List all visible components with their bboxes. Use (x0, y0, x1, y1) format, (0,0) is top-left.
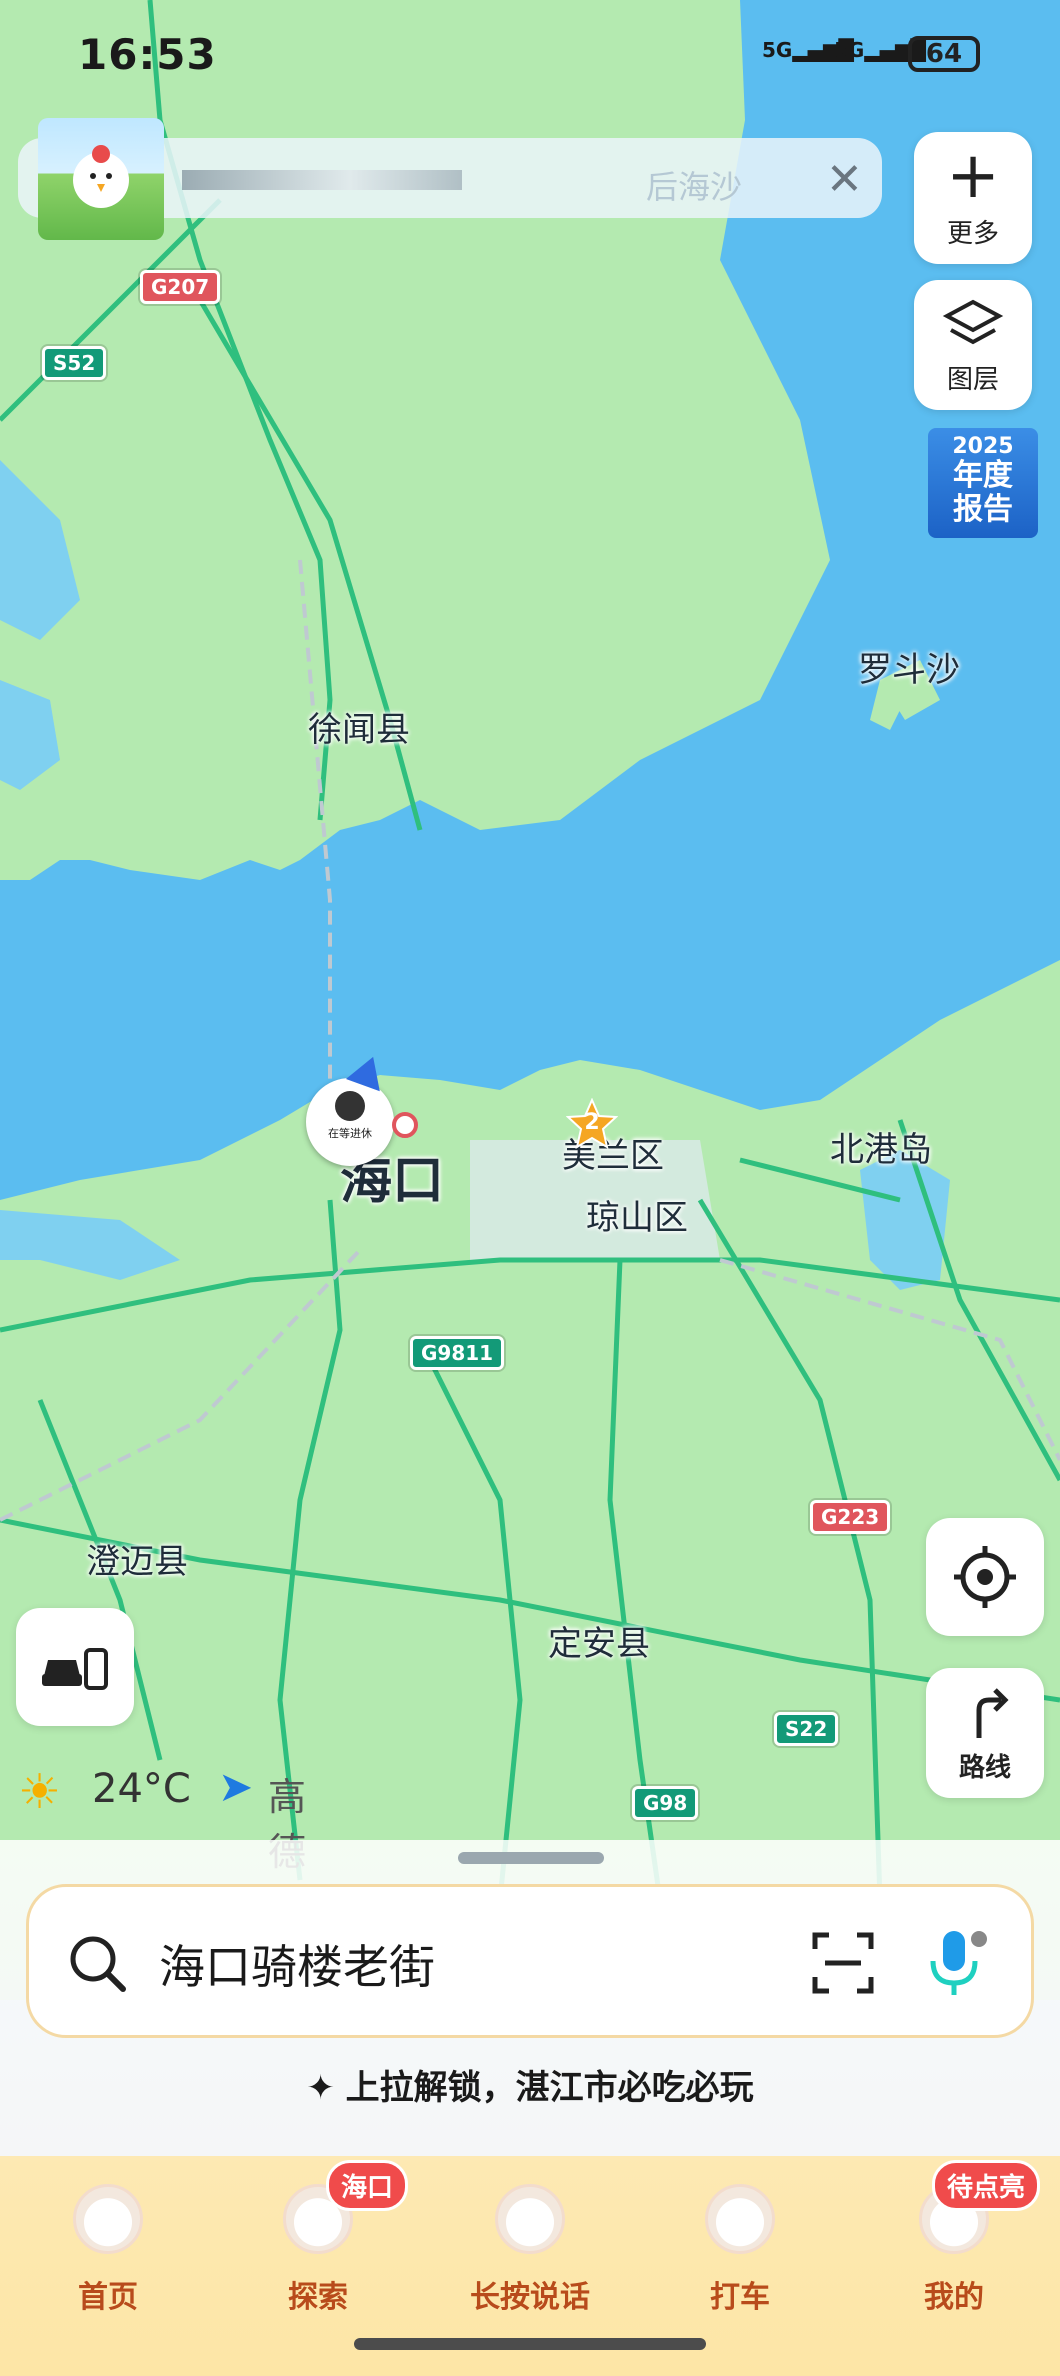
avatar-caption: 在等进休 (328, 1127, 372, 1140)
road-shield-g9811: G9811 (410, 1336, 505, 1370)
favorite-star-marker[interactable]: 2 (565, 1097, 619, 1150)
promo-text: 上拉解锁，湛江市必吃必玩 (345, 2068, 754, 2108)
tab-explore-badge: 海口 (326, 2160, 409, 2211)
brand-arrow-icon: ➤ (218, 1762, 254, 1811)
car-phone-button[interactable] (16, 1608, 134, 1726)
layers-button[interactable]: 图层 (914, 280, 1032, 410)
road-shield-s52: S52 (42, 346, 107, 380)
temperature: 24°C (92, 1766, 191, 1812)
crosshair-icon (954, 1546, 1016, 1608)
search-bar[interactable]: 海口骑楼老街 (26, 1884, 1034, 2038)
route-button[interactable]: 路线 (926, 1668, 1044, 1798)
microphone-icon[interactable] (925, 1927, 989, 1999)
route-label: 路线 (958, 1753, 1011, 1783)
promo-hint[interactable]: ✦ 上拉解锁，湛江市必吃必玩 (0, 2060, 1060, 2109)
user-location-avatar[interactable]: 在等进休 (306, 1078, 394, 1166)
sheep-mascot-icon (495, 2184, 565, 2254)
tab-home-label: 首页 (78, 2280, 138, 2315)
route-arrow-icon (976, 1688, 1009, 1738)
more-label: 更多 (946, 219, 999, 249)
banner-chicken-thumbnail[interactable] (38, 118, 164, 240)
tab-me-label: 我的 (924, 2280, 984, 2315)
drag-handle[interactable] (458, 1852, 604, 1864)
map-label-luodousha[interactable]: 罗斗沙 (858, 642, 960, 691)
search-icon (70, 1936, 126, 1992)
map-label-xuwen[interactable]: 徐闻县 (308, 702, 410, 751)
plus-icon: + (946, 139, 1000, 213)
sparkle-icon: ✦ (306, 2068, 335, 2108)
status-bar: 16:53 5G▂▄▆█ 5G▂▄▆█ 64 (0, 0, 1060, 110)
banner-blurred-text (182, 170, 462, 190)
map-label-chengmai[interactable]: 澄迈县 (86, 1534, 188, 1583)
tab-taxi-label: 打车 (710, 2280, 770, 2315)
tab-voice[interactable]: 长按说话 (450, 2166, 610, 2316)
map-label-qiongshan[interactable]: 琼山区 (586, 1190, 688, 1239)
banner-place-label: 后海沙 (646, 168, 743, 206)
locate-button[interactable] (926, 1518, 1044, 1636)
tab-explore-label: 探索 (288, 2280, 348, 2315)
tab-taxi[interactable]: 打车 (660, 2166, 820, 2316)
search-query[interactable]: 海口骑楼老街 (159, 1931, 435, 1997)
more-button[interactable]: + 更多 (914, 132, 1032, 264)
road-shield-s22: S22 (774, 1712, 839, 1746)
location-pin-icon (392, 1112, 418, 1138)
marker-count: 2 (584, 1110, 600, 1135)
map-label-dingan[interactable]: 定安县 (548, 1616, 650, 1665)
tab-voice-label: 长按说话 (470, 2280, 590, 2315)
report-line1: 年度 (953, 458, 1013, 493)
layers-label: 图层 (946, 365, 999, 395)
avatar-figure-icon (335, 1091, 365, 1121)
clock: 16:53 (78, 30, 217, 79)
close-icon[interactable]: ✕ (826, 158, 863, 202)
scan-icon[interactable] (811, 1931, 875, 1995)
road-shield-g223: G223 (810, 1500, 891, 1534)
map-label-beigang[interactable]: 北港岛 (830, 1122, 932, 1171)
road-shield-g98: G98 (632, 1786, 699, 1820)
sheep-mascot-icon (73, 2184, 143, 2254)
sheep-mascot-icon (705, 2184, 775, 2254)
sun-icon: ☀ (18, 1764, 62, 1820)
report-year: 2025 (952, 434, 1014, 459)
tab-home[interactable]: 首页 (28, 2166, 188, 2316)
home-indicator[interactable] (354, 2338, 706, 2350)
tab-me-badge: 待点亮 (932, 2160, 1041, 2211)
report-line2: 报告 (953, 492, 1013, 527)
road-shield-g207: G207 (140, 270, 221, 304)
car-phone-icon (42, 1648, 108, 1690)
layers-icon (942, 299, 1004, 345)
annual-report-badge[interactable]: 2025 年度 报告 (928, 428, 1038, 538)
battery-icon: 64 (908, 36, 980, 72)
